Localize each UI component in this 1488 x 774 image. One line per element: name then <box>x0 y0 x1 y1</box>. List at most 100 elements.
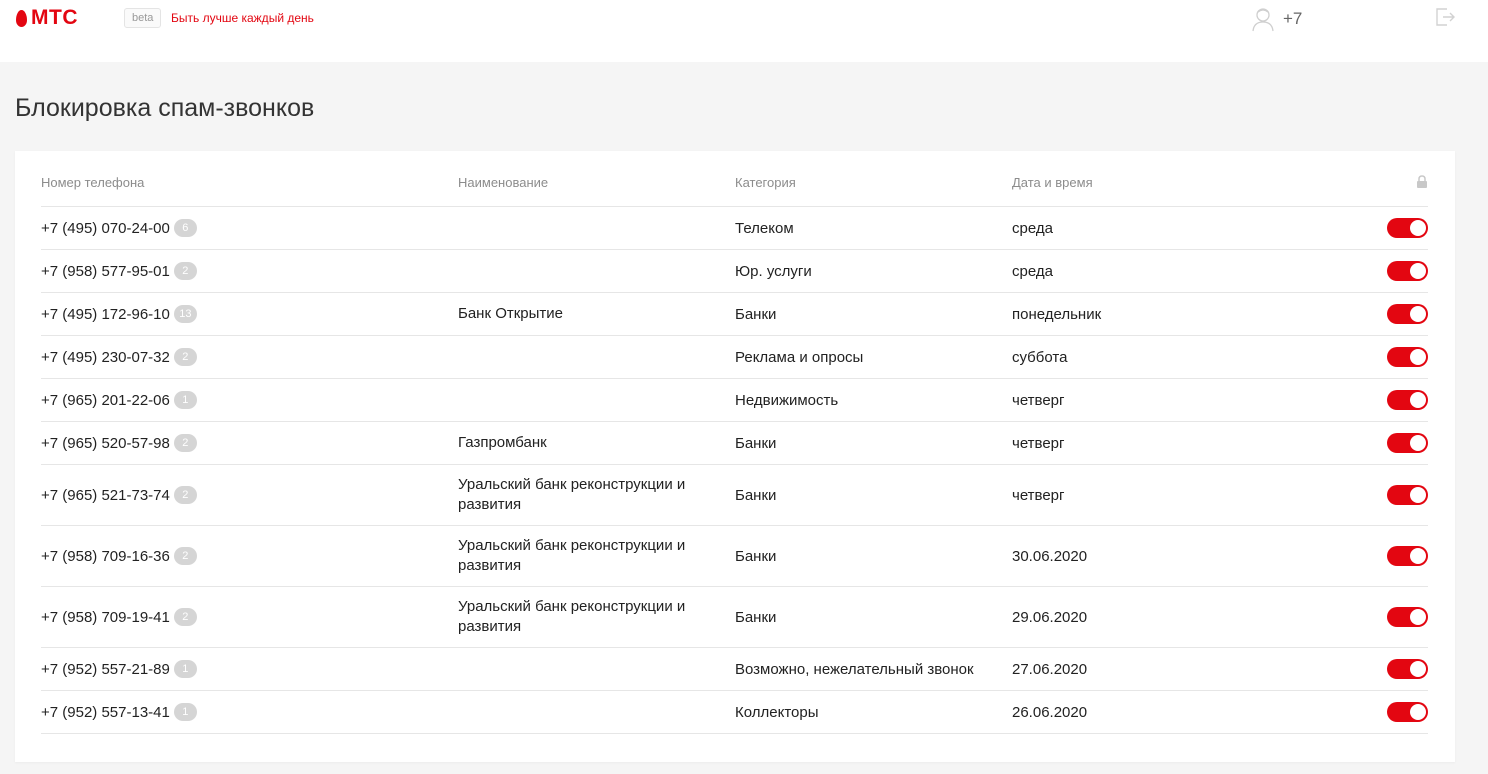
caller-name <box>458 691 728 733</box>
table-row: +7 (952) 557-21-89 1 Возможно, нежелател… <box>41 648 1428 691</box>
date-time: четверг <box>1012 434 1065 452</box>
block-toggle[interactable] <box>1387 261 1428 281</box>
table-row: +7 (965) 520-57-98 2 Газпромбанк Банки ч… <box>41 422 1428 465</box>
category: Банки <box>735 305 777 323</box>
phone-number[interactable]: +7 (495) 172-96-10 <box>41 306 170 323</box>
table-row: +7 (495) 230-07-32 2 Реклама и опросы су… <box>41 336 1428 379</box>
caller-name <box>458 379 728 421</box>
date-time: понедельник <box>1012 305 1102 323</box>
call-count-badge: 1 <box>173 660 197 678</box>
phone-number[interactable]: +7 (958) 709-16-36 <box>41 548 170 565</box>
toggle-knob <box>1410 435 1426 451</box>
date-time: четверг <box>1012 391 1065 409</box>
page-title: Блокировка спам-звонков <box>15 94 315 122</box>
phone-cell: +7 (495) 070-24-00 6 <box>41 207 441 249</box>
category: Банки <box>735 608 777 626</box>
call-count-badge: 2 <box>173 434 197 452</box>
toggle-knob <box>1410 349 1426 365</box>
date-time: среда <box>1012 262 1053 280</box>
block-toggle[interactable] <box>1387 218 1428 238</box>
category: Юр. услуги <box>735 262 812 280</box>
date-time: суббота <box>1012 348 1068 366</box>
phone-number[interactable]: +7 (958) 709-19-41 <box>41 609 170 626</box>
phone-cell: +7 (958) 577-95-01 2 <box>41 250 441 292</box>
caller-name: Уральский банк реконструкции и развития <box>458 598 686 635</box>
table-row: +7 (495) 070-24-00 6 Телеком среда <box>41 207 1428 250</box>
phone-number[interactable]: +7 (952) 557-21-89 <box>41 661 170 678</box>
phone-number[interactable]: +7 (965) 201-22-06 <box>41 392 170 409</box>
call-count-badge: 2 <box>173 547 197 565</box>
user-avatar-icon[interactable] <box>1251 6 1275 32</box>
tagline: Быть лучше каждый день <box>171 11 314 25</box>
caller-name <box>458 207 728 249</box>
phone-cell: +7 (965) 521-73-74 2 <box>41 465 441 525</box>
toggle-knob <box>1410 704 1426 720</box>
table-row: +7 (965) 201-22-06 1 Недвижимость четвер… <box>41 379 1428 422</box>
block-toggle[interactable] <box>1387 607 1428 627</box>
call-count-badge: 1 <box>173 391 197 409</box>
block-toggle[interactable] <box>1387 702 1428 722</box>
call-count-badge: 6 <box>173 219 197 237</box>
category: Телеком <box>735 219 794 237</box>
block-toggle[interactable] <box>1387 347 1428 367</box>
date-time: 26.06.2020 <box>1012 703 1088 721</box>
call-count-badge: 2 <box>173 348 197 366</box>
date-time: среда <box>1012 219 1053 237</box>
phone-cell: +7 (495) 230-07-32 2 <box>41 336 441 378</box>
phone-number[interactable]: +7 (958) 577-95-01 <box>41 263 170 280</box>
category: Недвижимость <box>735 391 839 409</box>
call-count-badge: 1 <box>173 703 197 721</box>
table-row: +7 (965) 521-73-74 2 Уральский банк реко… <box>41 465 1428 526</box>
phone-number[interactable]: +7 (952) 557-13-41 <box>41 704 170 721</box>
spam-calls-table: Номер телефона Наименование Категория Да… <box>41 151 1428 734</box>
toggle-knob <box>1410 487 1426 503</box>
lock-icon <box>1417 175 1427 188</box>
beta-badge: beta <box>124 8 162 28</box>
category: Банки <box>735 486 777 504</box>
phone-number[interactable]: +7 (495) 230-07-32 <box>41 349 170 366</box>
phone-cell: +7 (495) 172-96-10 13 <box>41 293 441 335</box>
date-time: 30.06.2020 <box>1012 547 1088 565</box>
column-header-category: Категория <box>735 175 796 190</box>
block-toggle[interactable] <box>1387 485 1428 505</box>
spam-calls-card: Номер телефона Наименование Категория Да… <box>15 151 1455 762</box>
toggle-knob <box>1410 392 1426 408</box>
phone-number[interactable]: +7 (965) 520-57-98 <box>41 435 170 452</box>
toggle-knob <box>1410 548 1426 564</box>
block-toggle[interactable] <box>1387 659 1428 679</box>
logout-icon[interactable] <box>1434 6 1456 28</box>
category: Банки <box>735 547 777 565</box>
top-header: МТС beta Быть лучше каждый день +7 <box>0 0 1488 62</box>
phone-cell: +7 (958) 709-19-41 2 <box>41 587 441 647</box>
category: Банки <box>735 434 777 452</box>
table-row: +7 (958) 709-19-41 2 Уральский банк реко… <box>41 587 1428 648</box>
date-time: 29.06.2020 <box>1012 608 1088 626</box>
phone-cell: +7 (958) 709-16-36 2 <box>41 526 441 586</box>
table-header: Номер телефона Наименование Категория Да… <box>41 151 1428 207</box>
user-phone[interactable]: +7 <box>1283 9 1302 29</box>
call-count-badge: 13 <box>173 305 197 323</box>
category: Реклама и опросы <box>735 348 864 366</box>
table-row: +7 (495) 172-96-10 13 Банк Открытие Банк… <box>41 293 1428 336</box>
call-count-badge: 2 <box>173 608 197 626</box>
block-toggle[interactable] <box>1387 546 1428 566</box>
phone-cell: +7 (952) 557-21-89 1 <box>41 648 441 690</box>
date-time: четверг <box>1012 486 1065 504</box>
caller-name <box>458 250 728 292</box>
block-toggle[interactable] <box>1387 433 1428 453</box>
caller-name <box>458 648 728 690</box>
call-count-badge: 2 <box>173 486 197 504</box>
call-count-badge: 2 <box>173 262 197 280</box>
date-time: 27.06.2020 <box>1012 660 1088 678</box>
phone-number[interactable]: +7 (965) 521-73-74 <box>41 487 170 504</box>
toggle-knob <box>1410 306 1426 322</box>
column-header-name: Наименование <box>458 175 549 190</box>
block-toggle[interactable] <box>1387 390 1428 410</box>
block-toggle[interactable] <box>1387 304 1428 324</box>
phone-number[interactable]: +7 (495) 070-24-00 <box>41 220 170 237</box>
mts-logo[interactable]: МТС <box>16 6 78 29</box>
toggle-knob <box>1410 263 1426 279</box>
table-row: +7 (958) 709-16-36 2 Уральский банк реко… <box>41 526 1428 587</box>
caller-name: Уральский банк реконструкции и развития <box>458 537 686 574</box>
logo-text: МТС <box>31 6 78 29</box>
